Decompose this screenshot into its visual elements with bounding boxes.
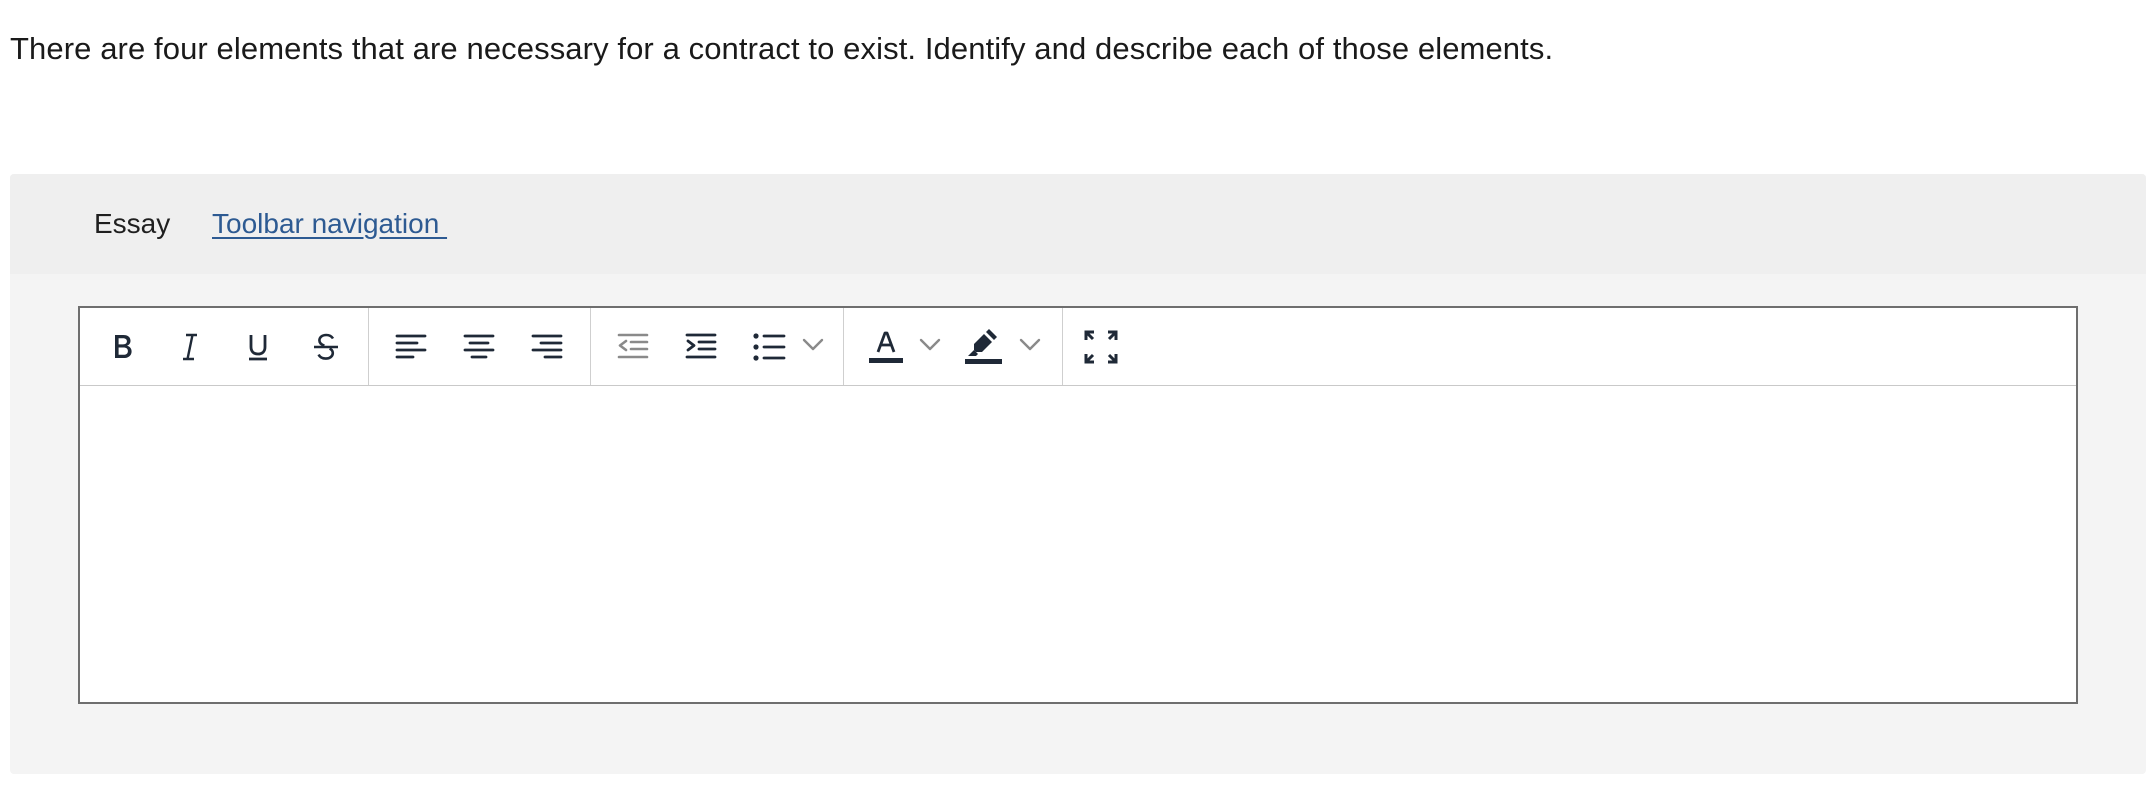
text-format-group [80, 308, 368, 385]
essay-panel: Essay Toolbar navigation [10, 174, 2146, 774]
indent-icon [685, 331, 717, 363]
essay-text-area[interactable] [80, 386, 2076, 702]
chevron-down-icon [802, 338, 824, 357]
fullscreen-icon [1084, 330, 1118, 364]
list-style-dropdown[interactable] [799, 322, 827, 372]
bulleted-list-icon [752, 331, 786, 363]
bold-icon [107, 331, 137, 363]
text-color-icon [868, 329, 904, 365]
bulleted-list-button[interactable] [743, 322, 795, 372]
question-text: There are four elements that are necessa… [10, 31, 1554, 66]
align-left-button[interactable] [385, 322, 437, 372]
essay-label: Essay [94, 208, 171, 239]
strikethrough-icon [310, 331, 342, 363]
bold-button[interactable] [96, 322, 148, 372]
align-right-icon [531, 331, 563, 363]
align-right-button[interactable] [521, 322, 573, 372]
highlight-color-dropdown[interactable] [1016, 322, 1044, 372]
underline-button[interactable] [232, 322, 284, 372]
view-group [1063, 308, 1143, 385]
align-center-icon [463, 331, 495, 363]
underline-icon [243, 331, 273, 363]
chevron-down-icon [1019, 338, 1041, 357]
essay-header: Essay Toolbar navigation [10, 174, 2146, 274]
indent-button[interactable] [675, 322, 727, 372]
highlight-color-icon [964, 328, 1004, 366]
chevron-down-icon [919, 338, 941, 357]
strikethrough-button[interactable] [300, 322, 352, 372]
editor-toolbar [80, 308, 2076, 386]
fullscreen-button[interactable] [1075, 322, 1127, 372]
outdent-icon [617, 331, 649, 363]
color-group [844, 308, 1062, 385]
align-center-button[interactable] [453, 322, 505, 372]
highlight-color-button[interactable] [958, 322, 1010, 372]
text-color-dropdown[interactable] [916, 322, 944, 372]
indent-list-group [591, 308, 843, 385]
alignment-group [369, 308, 590, 385]
italic-button[interactable] [164, 322, 216, 372]
rich-text-editor [78, 306, 2078, 704]
align-left-icon [395, 331, 427, 363]
toolbar-navigation-link[interactable]: Toolbar navigation [212, 206, 447, 242]
outdent-button[interactable] [607, 322, 659, 372]
italic-icon [175, 331, 205, 363]
text-color-button[interactable] [860, 322, 912, 372]
